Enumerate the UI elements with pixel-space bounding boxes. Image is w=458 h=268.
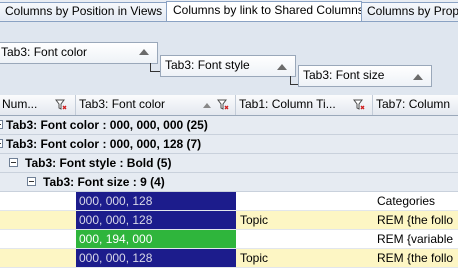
- group-level-font-color[interactable]: Tab3: Font color: [0, 42, 158, 64]
- group-row[interactable]: Tab3: Font size : 9 (4): [0, 173, 458, 192]
- collapse-icon[interactable]: [27, 177, 36, 186]
- sort-ascending-icon[interactable]: [277, 64, 287, 70]
- tab-columns-by-position[interactable]: Columns by Position in Views: [0, 2, 168, 20]
- group-level-label: Tab3: Font style: [165, 58, 250, 72]
- group-level-label: Tab3: Font size: [303, 68, 385, 82]
- tab7-column-cell: REM {variable: [377, 232, 454, 246]
- collapse-icon[interactable]: [0, 139, 3, 148]
- column-title-cell: [240, 230, 370, 248]
- filter-icon[interactable]: [55, 99, 67, 111]
- table-row[interactable]: 000, 000, 128 Topic REM {the follo: [0, 249, 458, 268]
- group-connector: [150, 63, 160, 72]
- column-header-label: Tab7: Column: [376, 97, 451, 111]
- column-header-label: Tab3: Font color: [79, 97, 166, 111]
- column-header-number[interactable]: Num...: [0, 95, 76, 115]
- group-row-label: Tab3: Font size : 9 (4): [43, 175, 165, 189]
- tab-columns-by-link[interactable]: Columns by link to Shared Columns: [166, 1, 362, 21]
- group-level-label: Tab3: Font color: [1, 45, 88, 59]
- table-row[interactable]: 000, 000, 128 Topic REM {the follo: [0, 211, 458, 230]
- sort-ascending-icon[interactable]: [139, 49, 149, 55]
- column-title-cell: [240, 192, 370, 210]
- group-row[interactable]: Tab3: Font color : 000, 000, 000 (25): [0, 116, 458, 135]
- font-color-cell: 000, 000, 128: [76, 249, 236, 267]
- column-title-cell: Topic: [240, 213, 269, 227]
- column-header-tab7-column[interactable]: Tab7: Column: [373, 95, 458, 115]
- column-header-label: Tab1: Column Ti...: [239, 97, 336, 111]
- group-level-font-size[interactable]: Tab3: Font size: [298, 65, 432, 87]
- group-level-font-style[interactable]: Tab3: Font style: [160, 55, 296, 77]
- column-header-label: Num...: [2, 97, 38, 111]
- group-row-label: Tab3: Font color : 000, 000, 000 (25): [6, 118, 208, 132]
- tab7-column-cell: REM {the follo: [377, 251, 454, 265]
- group-by-panel: Tab3: Font color Tab3: Font style Tab3: …: [0, 21, 458, 96]
- data-grid: Tab3: Font color : 000, 000, 000 (25) Ta…: [0, 116, 458, 268]
- group-row-label: Tab3: Font style : Bold (5): [25, 156, 172, 170]
- tab7-column-cell: REM {the follo: [377, 213, 454, 227]
- filter-icon[interactable]: [353, 99, 365, 111]
- column-title-cell: Topic: [240, 251, 269, 265]
- column-header-font-color[interactable]: Tab3: Font color: [76, 95, 236, 115]
- font-color-cell: 000, 000, 128: [76, 192, 236, 210]
- collapse-icon[interactable]: [0, 120, 3, 129]
- font-color-cell: 000, 194, 000: [76, 230, 236, 248]
- tab7-column-cell: Categories: [377, 194, 436, 208]
- group-row[interactable]: Tab3: Font style : Bold (5): [0, 154, 458, 173]
- column-header-row: Num... Tab3: Font color Tab1: Column Ti.…: [0, 95, 458, 116]
- group-row[interactable]: Tab3: Font color : 000, 000, 128 (7): [0, 135, 458, 154]
- table-row[interactable]: 000, 194, 000 REM {variable: [0, 230, 458, 249]
- group-row-label: Tab3: Font color : 000, 000, 128 (7): [6, 137, 202, 151]
- column-header-column-title[interactable]: Tab1: Column Ti...: [236, 95, 373, 115]
- sort-ascending-icon[interactable]: [413, 74, 423, 80]
- sort-ascending-icon[interactable]: [203, 103, 211, 108]
- filter-icon[interactable]: [217, 99, 229, 111]
- table-row[interactable]: 000, 000, 128 Categories: [0, 192, 458, 211]
- tab-columns-by-property[interactable]: Columns by Prope: [360, 2, 458, 20]
- collapse-icon[interactable]: [9, 158, 18, 167]
- font-color-cell: 000, 000, 128: [76, 211, 236, 229]
- view-tabstrip: Columns by Position in Views Columns by …: [0, 0, 458, 22]
